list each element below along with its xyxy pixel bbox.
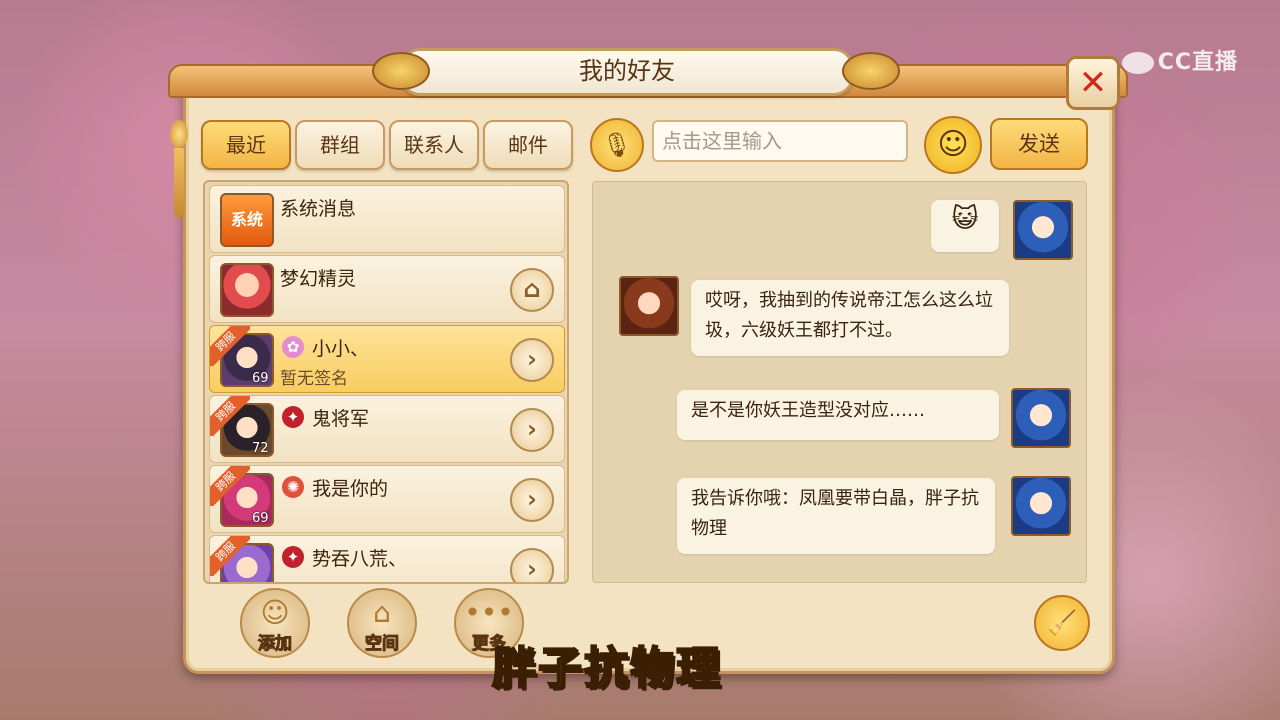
chat-panel[interactable]: 😺 哎呀，我抽到的传说帝江怎么这么垃圾，六级妖王都打不过。 是不是你妖王造型没对…: [592, 181, 1087, 583]
emoji-message: 😺: [931, 200, 999, 252]
friend-name: 梦幻精灵: [280, 268, 357, 290]
add-friend-button[interactable]: ☺ 添加: [240, 588, 310, 658]
send-button[interactable]: 发送: [990, 118, 1088, 170]
tab-contacts[interactable]: 联系人: [389, 120, 479, 170]
system-icon: 系统: [220, 193, 274, 247]
close-button[interactable]: ✕: [1066, 56, 1120, 110]
chat-input[interactable]: [652, 120, 908, 162]
sect-icon: ✦: [282, 546, 304, 568]
sect-icon: ✺: [282, 476, 304, 498]
video-caption: 胖子抗物理: [491, 642, 722, 695]
chat-message: 我告诉你哦：凤凰要带白晶，胖子抗物理: [677, 478, 995, 554]
voice-button[interactable]: 🎙: [590, 118, 644, 172]
friend-name: 我是你的: [312, 478, 389, 500]
avatar: [619, 276, 679, 336]
list-item-friend[interactable]: 72 跨服 ✦ 鬼将军 ›: [209, 395, 565, 463]
avatar: [1011, 476, 1071, 536]
friend-list[interactable]: 系统 系统消息 梦幻精灵 ⌂ 69 跨服 ✿ 小小、 暂无签名 › 72 跨服 …: [203, 180, 569, 584]
sticker-icon: 😺: [951, 204, 979, 234]
chevron-right-button[interactable]: ›: [510, 548, 554, 583]
list-item-friend[interactable]: 梦幻精灵 ⌂: [209, 255, 565, 323]
list-item-friend-selected[interactable]: 69 跨服 ✿ 小小、 暂无签名 ›: [209, 325, 565, 393]
tab-recent[interactable]: 最近: [201, 120, 291, 170]
window-title: 我的好友: [400, 48, 854, 96]
tassel-decoration: [168, 80, 190, 230]
space-button[interactable]: ⌂ 空间: [347, 588, 417, 658]
friend-name: 系统消息: [280, 198, 357, 220]
chevron-right-button[interactable]: ›: [510, 408, 554, 452]
title-ornament-left: [372, 52, 430, 90]
tab-mail[interactable]: 邮件: [483, 120, 573, 170]
house-icon: ⌂: [373, 596, 391, 629]
cross-server-ribbon: 跨服: [210, 396, 250, 436]
title-ornament-right: [842, 52, 900, 90]
home-button[interactable]: ⌂: [510, 268, 554, 312]
level-badge: 72: [252, 441, 269, 456]
cross-server-ribbon: 跨服: [210, 326, 250, 366]
avatar: [1013, 200, 1073, 260]
smiley-icon: ☺: [937, 127, 969, 162]
chevron-right-icon: ›: [527, 345, 537, 373]
sect-icon: ✦: [282, 406, 304, 428]
chevron-right-button[interactable]: ›: [510, 478, 554, 522]
chevron-right-icon: ›: [527, 485, 537, 513]
chevron-right-icon: ›: [527, 555, 537, 583]
chevron-right-button[interactable]: ›: [510, 338, 554, 382]
list-item-system[interactable]: 系统 系统消息: [209, 185, 565, 253]
cross-server-ribbon: 跨服: [210, 536, 250, 576]
chat-message: 是不是你妖王造型没对应……: [677, 390, 999, 440]
more-dots-icon: •••: [464, 596, 514, 629]
friend-name: 鬼将军: [312, 408, 370, 430]
cross-server-ribbon: 跨服: [210, 466, 250, 506]
tab-groups[interactable]: 群组: [295, 120, 385, 170]
clear-chat-button[interactable]: 🧹: [1034, 595, 1090, 651]
list-item-friend[interactable]: 69 跨服 ✺ 我是你的 ›: [209, 465, 565, 533]
chevron-right-icon: ›: [527, 415, 537, 443]
avatar: [220, 263, 274, 317]
add-user-icon: ☺: [260, 596, 290, 629]
close-icon: ✕: [1078, 63, 1108, 103]
friend-signature: 暂无签名: [280, 369, 348, 389]
lotus-icon: ✿: [282, 336, 304, 358]
chat-message: 哎呀，我抽到的传说帝江怎么这么垃圾，六级妖王都打不过。: [691, 280, 1009, 356]
level-badge: 69: [252, 511, 269, 526]
level-badge: 69: [252, 371, 269, 386]
friend-name: 小小、: [312, 338, 370, 360]
cc-logo-icon: [1121, 52, 1154, 74]
friend-name: 势吞八荒、: [312, 548, 408, 570]
list-item-friend[interactable]: 跨服 ✦ 势吞八荒、 ›: [209, 535, 565, 583]
watermark-text: CC直播: [1157, 50, 1238, 75]
microphone-icon: 🎙: [601, 131, 633, 159]
avatar: [1011, 388, 1071, 448]
emoji-button[interactable]: ☺: [924, 116, 982, 174]
broom-icon: 🧹: [1047, 609, 1077, 637]
home-icon: ⌂: [523, 275, 541, 303]
cc-watermark: CC直播: [1121, 44, 1238, 76]
